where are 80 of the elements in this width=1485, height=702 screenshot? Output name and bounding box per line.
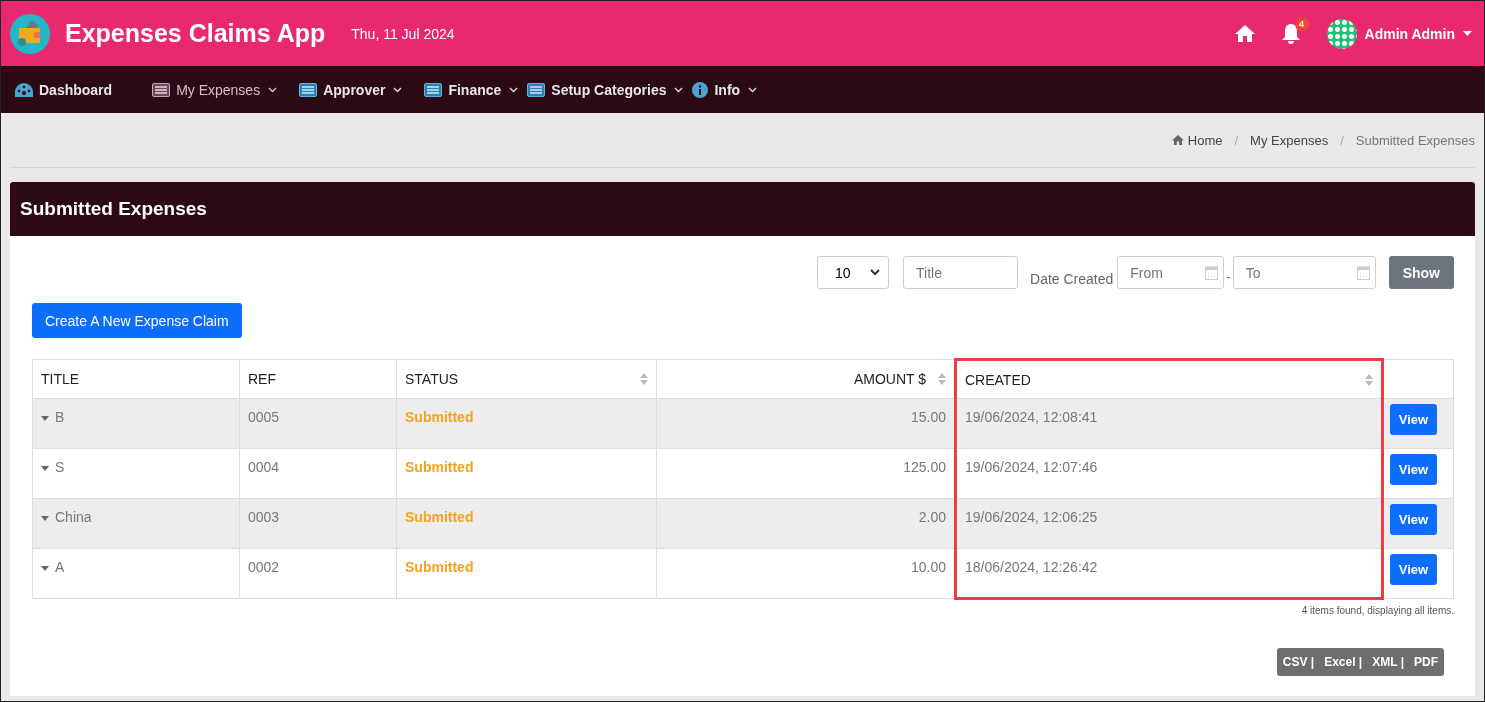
calendar-icon [1205,265,1219,280]
table-cell: 2.00 [656,498,956,549]
table-cell: 19/06/2024, 12:06:25 [955,498,1383,549]
list-icon [527,82,546,97]
chevron-icon [393,86,403,93]
nav-item[interactable]: My Expenses [152,81,278,98]
table-cell: Submitted [396,498,657,549]
nav-item[interactable]: Dashboard [15,81,113,98]
view-button[interactable]: View [1390,554,1437,585]
export-link[interactable]: PDF [1414,655,1438,669]
list-icon [299,82,318,97]
nav-item[interactable]: Approver [299,81,403,98]
notification-badge: 4 [1294,16,1309,31]
view-button[interactable]: View [1390,454,1437,485]
nav-item[interactable]: Setup Categories [527,81,684,98]
range-separator: - [1226,269,1231,284]
page-size-select[interactable]: 10 [817,256,890,289]
list-icon [424,82,443,97]
table-cell: A [32,548,240,599]
chevron-icon [870,269,881,276]
table-cell: 18/06/2024, 12:26:42 [955,548,1383,599]
view-button[interactable]: View [1390,504,1437,535]
date-created-label: Date Created [1030,271,1114,287]
table-cell: Submitted [396,448,657,499]
title-input[interactable]: Title [903,256,1019,289]
table-cell: China [32,498,240,549]
caret-icon[interactable] [41,565,49,571]
breadcrumb-separator: / [1234,132,1239,148]
wallet-logo-icon [10,13,50,54]
chevron-icon [268,86,278,93]
chevron-icon [509,86,519,93]
nav-item[interactable]: Info [692,81,758,98]
sort-icon [1365,374,1373,386]
from-date-field[interactable]: From [1117,256,1225,289]
gauge-icon [15,82,33,97]
caret-icon[interactable] [41,415,49,421]
export-link[interactable]: CSV | [1282,655,1315,669]
table-cell: S [32,448,240,499]
caret-icon[interactable] [41,515,49,521]
results-summary: 4 items found, displaying all items. [1300,605,1454,616]
chevron-icon [748,86,758,93]
breadcrumb-link[interactable]: Home [1187,132,1223,148]
table-cell: Submitted [396,398,657,449]
table-cell: Submitted [396,548,657,599]
calendar-icon [1356,265,1370,280]
info-icon [692,81,709,98]
app-title: Expenses Claims App [65,19,326,48]
bell-icon[interactable] [1280,22,1301,45]
export-link[interactable]: Excel | [1324,655,1363,669]
column-header[interactable]: AMOUNT $ [656,359,956,399]
table-cell: B [32,398,240,449]
caret-icon[interactable] [41,465,49,471]
breadcrumb-link[interactable]: My Expenses [1250,132,1329,148]
sort-icon [938,373,946,385]
table-cell: 0005 [239,398,397,449]
table-cell: 0002 [239,548,397,599]
avatar[interactable] [1326,18,1357,49]
caret-icon[interactable] [1463,31,1472,36]
current-date: Thu, 11 Jul 2024 [351,25,455,42]
table-cell: 0004 [239,448,397,499]
sort-icon [640,373,648,385]
nav-item[interactable]: Finance [424,81,519,98]
table-cell: 15.00 [656,398,956,449]
home-icon[interactable] [1234,25,1255,42]
create-claim-button[interactable]: Create A New Expense Claim [32,303,242,338]
table-cell: 19/06/2024, 12:08:41 [955,398,1383,449]
view-button[interactable]: View [1390,404,1437,435]
breadcrumb-separator: / [1340,132,1344,148]
card-title: Submitted Expenses [20,198,207,220]
column-header[interactable]: STATUS [396,359,657,399]
list-icon [152,82,171,97]
column-header: TITLE [32,359,240,399]
export-link[interactable]: XML | [1372,655,1404,669]
show-button[interactable]: Show [1388,256,1454,289]
user-menu[interactable]: Admin Admin [1364,25,1455,42]
table-cell: 0003 [239,498,397,549]
column-header: REF [239,359,397,399]
to-date-field[interactable]: To [1232,256,1376,289]
home-icon [1171,135,1184,145]
chevron-icon [674,86,684,93]
